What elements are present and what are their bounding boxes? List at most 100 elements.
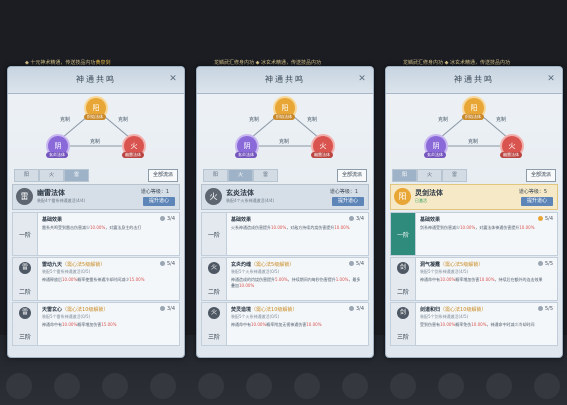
- tier-desc-part: ，持续后在额外的连击效果: [494, 277, 543, 282]
- element-tabs: 阳火雷: [203, 169, 278, 182]
- tier-desc-part: 1.00%: [335, 277, 349, 282]
- tier-desc-part: 概率附加无视神通伤害: [266, 322, 307, 327]
- tier-desc-part: 10.00%: [440, 277, 456, 282]
- node-top-label: 炽焰法体: [84, 114, 106, 120]
- edge-label: 克制: [307, 117, 318, 123]
- tier-desc-part: 10.00%: [471, 322, 487, 327]
- panel-title: 神通共鸣: [76, 75, 116, 84]
- panel-title: 神通共鸣: [265, 75, 305, 84]
- tier-progress: 5/4: [537, 216, 553, 222]
- tier-label-text: 三阶: [207, 334, 220, 341]
- tier-requirement: 装配5个剑系神通激活(4/5): [420, 269, 469, 274]
- tier-label: 一阶: [391, 213, 416, 255]
- tier-name: 基础效果: [420, 217, 441, 223]
- tier-description: 神通造成的灼烧伤害提升5.00%，持续期间内每秒伤害提升1.00%，最多叠加10…: [231, 277, 364, 289]
- edge-label: 克制: [496, 117, 507, 123]
- progress-dot-icon: [159, 306, 165, 311]
- panel-header: 神通共鸣 ✕: [197, 67, 373, 94]
- panel-title: 神通共鸣: [454, 75, 494, 84]
- tier-desc-part: ，对震法体神通伤害提升: [475, 225, 520, 230]
- tier-label: 剑 二阶: [391, 258, 416, 300]
- tier-desc-part: ，对震法身主的击打: [105, 225, 142, 230]
- node-right-label: 幽雷法体: [311, 152, 333, 158]
- tier-progress: 3/4: [159, 306, 175, 312]
- tier-description: 受到伤害有10.00%概率免伤10.00%，神通命中时减少冷却时间: [420, 322, 553, 328]
- tier-name: 基础效果: [231, 217, 252, 223]
- tier-row[interactable]: 一阶 基础效果 3/4 火系神通造成伤害提升10.00%，对敌方持续灼烧伤害提升…: [201, 212, 369, 256]
- tier-label-text: 二阶: [396, 289, 409, 296]
- element-tab[interactable]: 雷: [253, 169, 278, 182]
- tier-name: 基础效果: [42, 217, 63, 223]
- progress-dot-icon: [537, 261, 543, 266]
- body-type-status: 装配4个雷系神通激活(4/4): [37, 198, 86, 203]
- tier-name: 天雷玄心（需心法10级解锁）: [42, 307, 109, 313]
- tier-requirement: 装配5个剑系神通激活(4/5): [420, 314, 469, 319]
- tier-row[interactable]: 一阶 基础效果 5/4 剑系神通受到伤害减少10.00%，对震法体神通伤害提升1…: [390, 212, 558, 256]
- progress-dot-icon: [348, 306, 354, 311]
- tier-requirement: 装配5个雷系神通激活(0/5): [42, 314, 91, 319]
- progress-dot-icon: [159, 261, 165, 266]
- node-right-label: 幽雷法体: [500, 152, 522, 158]
- edge-label: 克制: [279, 139, 290, 145]
- tier-desc-part: 火系神通造成伤害提升: [231, 225, 271, 230]
- tier-label-text: 三阶: [18, 334, 31, 341]
- restraint-diagram: 阳 炽焰法体 阴 玄炎法体 火 幽雷法体 克制 克制 克制: [8, 94, 184, 166]
- close-icon[interactable]: ✕: [168, 74, 178, 84]
- resonance-panel: 神通共鸣 ✕ 阳 炽焰法体 阴 玄炎法体 火 幽雷法体 克制 克制 克制 阳火雷…: [196, 66, 374, 358]
- element-tab[interactable]: 火: [228, 169, 253, 182]
- body-type-icon: 雷: [16, 188, 33, 205]
- upgrade-dao-heart-button[interactable]: 提升道心: [142, 197, 175, 206]
- tier-row[interactable]: 剑 三阶 剑道和归（需心法10级解锁） 装配5个剑系神通激活(4/5) 5/5 …: [390, 302, 558, 346]
- dao-heart-level: 道心等级：5: [518, 189, 547, 195]
- tier-skill-icon: 火: [208, 307, 220, 319]
- element-tab[interactable]: 雷: [64, 169, 89, 182]
- tier-label-text: 三阶: [396, 334, 409, 341]
- tier-desc-part: 10.00%: [251, 322, 267, 327]
- element-tab[interactable]: 阳: [14, 169, 39, 182]
- edge-label: 克制: [468, 139, 479, 145]
- tier-row[interactable]: 剑 二阶 洞气凝霞（需心法5级解锁） 装配5个剑系神通激活(4/5) 5/5 神…: [390, 257, 558, 301]
- dao-heart-level: 道心等级：1: [140, 189, 169, 195]
- tier-label-text: 二阶: [18, 289, 31, 296]
- body-type-name: 灵剑法体: [415, 189, 443, 197]
- show-all-schools-button[interactable]: 全部流派: [336, 169, 367, 182]
- tier-desc-part: 受到伤害有: [420, 322, 440, 327]
- tier-row[interactable]: 雷 二阶 雷动九天（需心法5级解锁） 装配5个雷系神通激活(0/5) 5/4 神…: [12, 257, 180, 301]
- progress-dot-icon: [537, 216, 543, 221]
- element-tab[interactable]: 阳: [203, 169, 228, 182]
- tier-desc-part: 10.00%: [519, 225, 535, 230]
- tier-row[interactable]: 一阶 基础效果 3/4 雷系共鸣受到雷击伤害减少10.00%，对震法身主的击打: [12, 212, 180, 256]
- tier-desc-part: 10.00%: [90, 225, 106, 230]
- body-type-summary: 火 玄炎法体 装配4个火系神通激活(4/4) 道心等级：1 提升道心: [201, 184, 369, 210]
- upgrade-dao-heart-button[interactable]: 提升道心: [520, 197, 553, 206]
- tier-desc-part: 15.00%: [129, 277, 145, 282]
- tier-desc-part: 10.00%: [62, 277, 78, 282]
- element-tab[interactable]: 火: [417, 169, 442, 182]
- tier-desc-part: ，对敌方持续灼烧伤害提升: [286, 225, 335, 230]
- element-tab[interactable]: 阳: [392, 169, 417, 182]
- show-all-schools-button[interactable]: 全部流派: [525, 169, 556, 182]
- tier-row[interactable]: 雷 三阶 天雷玄心（需心法10级解锁） 装配5个雷系神通激活(0/5) 3/4 …: [12, 302, 180, 346]
- element-tabs: 阳火雷: [392, 169, 467, 182]
- panel-header: 神通共鸣 ✕: [8, 67, 184, 94]
- tier-progress: 3/4: [159, 216, 175, 222]
- tier-skill-icon: 剑: [397, 262, 409, 274]
- tier-desc-part: 10.00%: [479, 277, 495, 282]
- tier-row[interactable]: 火 三阶 焚灵造境（需心法10级解锁） 装配5个火系神通激活(0/5) 3/4 …: [201, 302, 369, 346]
- close-icon[interactable]: ✕: [357, 74, 367, 84]
- tier-desc-part: 10.00%: [62, 322, 78, 327]
- element-tab[interactable]: 雷: [442, 169, 467, 182]
- resonance-panel: 神通共鸣 ✕ 阳 炽焰法体 阴 玄炎法体 火 幽雷法体 克制 克制 克制 阳火雷…: [385, 66, 563, 358]
- close-icon[interactable]: ✕: [546, 74, 556, 84]
- element-tab[interactable]: 火: [39, 169, 64, 182]
- edge-label: 克制: [249, 117, 260, 123]
- show-all-schools-button[interactable]: 全部流派: [147, 169, 178, 182]
- tier-description: 神通命中有10.00%概率增加伤害15.00%: [42, 322, 175, 328]
- tier-label-text: 一阶: [207, 232, 220, 239]
- node-top-label: 炽焰法体: [273, 114, 295, 120]
- tier-row[interactable]: 火 二阶 玄炎灼魂（需心法5级解锁） 装配5个火系神通激活(0/5) 5/4 神…: [201, 257, 369, 301]
- tier-description: 火系神通造成伤害提升10.00%，对敌方持续灼烧伤害提升10.00%: [231, 225, 364, 231]
- tier-description: 雷系共鸣受到雷击伤害减少10.00%，对震法身主的击打: [42, 225, 175, 231]
- upgrade-dao-heart-button[interactable]: 提升道心: [331, 197, 364, 206]
- body-type-name: 幽雷法体: [37, 189, 65, 197]
